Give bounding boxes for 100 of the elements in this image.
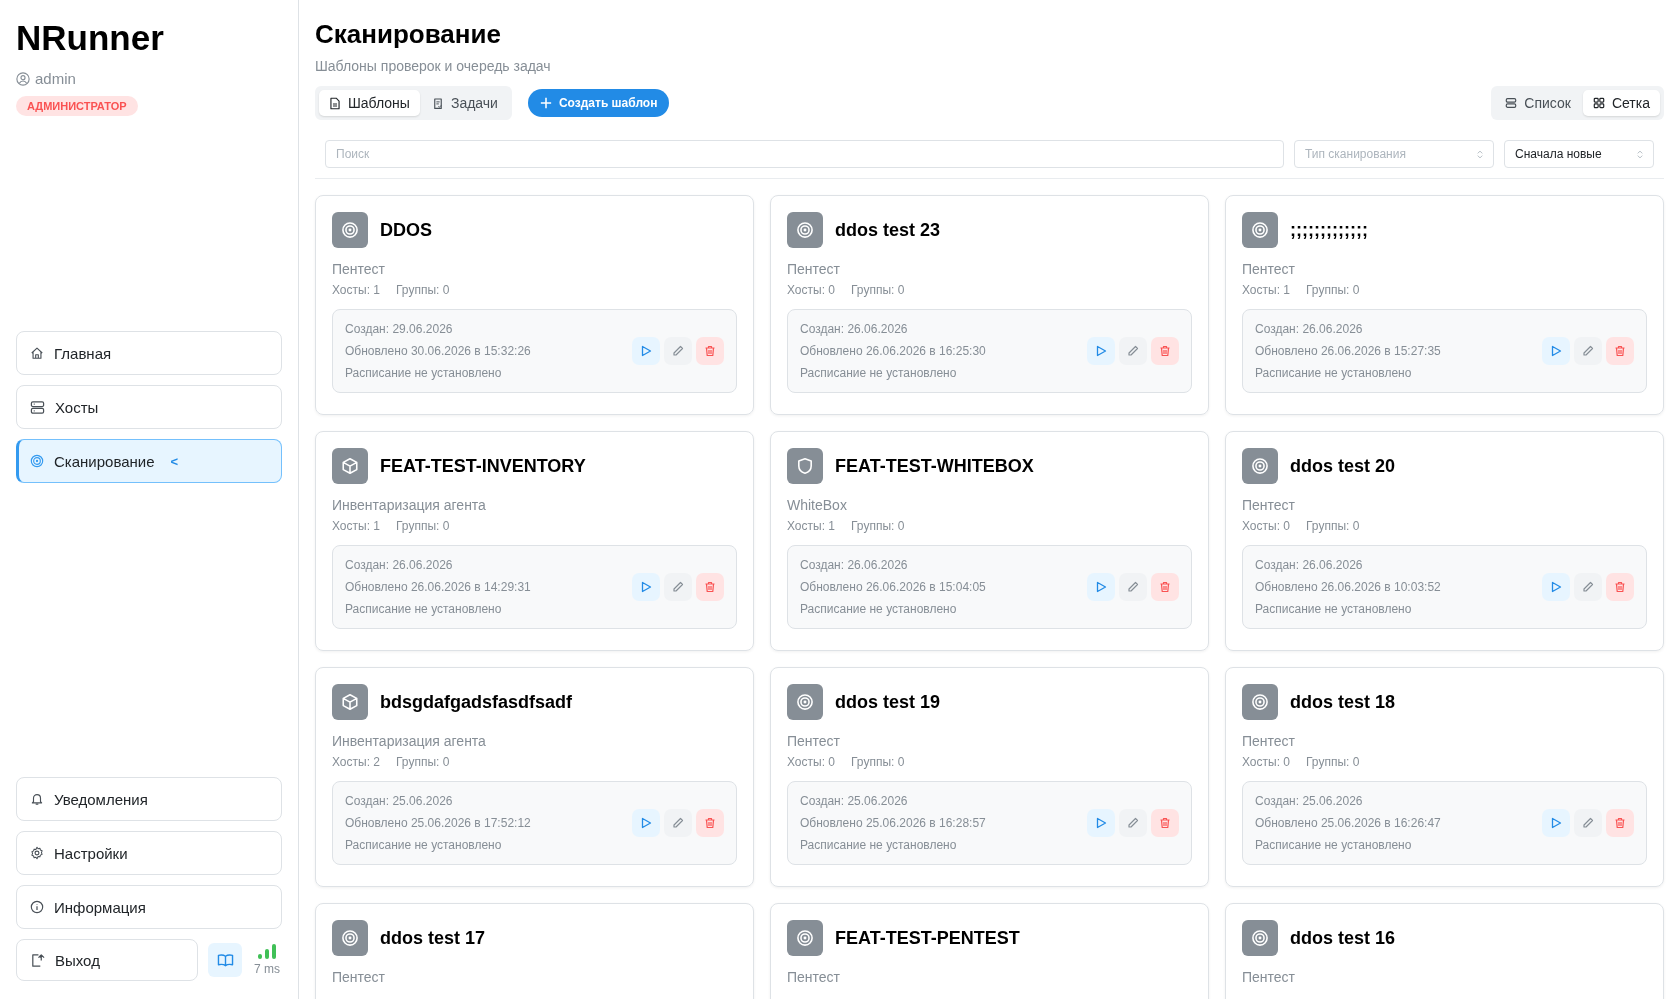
card-title: FEAT-TEST-PENTEST <box>835 927 1020 949</box>
groups-count: Группы: 0 <box>851 519 905 533</box>
groups-count: Группы: 0 <box>1306 519 1360 533</box>
updated-date: Обновлено 26.06.2026 в 10:03:52 <box>1255 580 1441 594</box>
nav-item[interactable]: Хосты <box>16 385 282 429</box>
scan-type: Инвентаризация агента <box>332 733 487 749</box>
schedule-status: Расписание не установлено <box>1255 602 1413 616</box>
active-marker: < <box>170 453 179 469</box>
schedule-status: Расписание не установлено <box>1255 838 1413 852</box>
tab[interactable]: Задачи <box>421 90 508 116</box>
created-date: Создан: 26.06.2026 <box>1255 322 1364 336</box>
edit-button[interactable] <box>664 809 692 837</box>
delete-button[interactable] <box>1151 573 1179 601</box>
run-button[interactable] <box>632 573 660 601</box>
run-button[interactable] <box>1542 809 1570 837</box>
trash-icon <box>1159 345 1171 357</box>
card-title: ;;;;;;;;;;;;; <box>1290 219 1368 241</box>
nav-item[interactable]: Главная <box>16 331 282 375</box>
signal-icon <box>257 944 277 960</box>
groups-count: Группы: 0 <box>1306 283 1360 297</box>
edit-button[interactable] <box>1119 573 1147 601</box>
edit-button[interactable] <box>1574 809 1602 837</box>
trash-icon <box>1614 581 1626 593</box>
run-button[interactable] <box>1087 809 1115 837</box>
run-button[interactable] <box>632 337 660 365</box>
logout-button[interactable]: Выход <box>16 939 198 981</box>
target-icon <box>1242 920 1278 956</box>
run-button[interactable] <box>1542 337 1570 365</box>
home-icon <box>30 346 44 360</box>
shield-icon <box>787 448 823 484</box>
sort-select[interactable]: Сначала новые <box>1504 140 1654 168</box>
bell-icon <box>30 792 44 806</box>
trash-icon <box>704 345 716 357</box>
groups-count: Группы: 0 <box>851 283 905 297</box>
trash-icon <box>1614 345 1626 357</box>
scan-type: WhiteBox <box>787 497 848 513</box>
chevron-icon <box>1477 149 1483 159</box>
delete-button[interactable] <box>1606 809 1634 837</box>
pencil-icon <box>672 345 684 357</box>
card-title: ddos test 18 <box>1290 691 1396 713</box>
pencil-icon <box>1127 817 1139 829</box>
card-title: DDOS <box>380 219 432 241</box>
run-button[interactable] <box>1087 573 1115 601</box>
target-icon <box>1242 684 1278 720</box>
edit-button[interactable] <box>1574 573 1602 601</box>
nav-item[interactable]: Информация <box>16 885 282 929</box>
created-date: Создан: 26.06.2026 <box>1255 558 1364 572</box>
hosts-count: Хосты: 0 <box>1242 755 1290 769</box>
hosts-count: Хосты: 1 <box>332 519 380 533</box>
nav-item[interactable]: Уведомления <box>16 777 282 821</box>
delete-button[interactable] <box>696 573 724 601</box>
run-button[interactable] <box>1542 573 1570 601</box>
delete-button[interactable] <box>1151 337 1179 365</box>
nav-item[interactable]: Настройки <box>16 831 282 875</box>
updated-date: Обновлено 30.06.2026 в 15:32:26 <box>345 344 531 358</box>
trash-icon <box>704 581 716 593</box>
updated-date: Обновлено 25.06.2026 в 17:52:12 <box>345 816 531 830</box>
delete-button[interactable] <box>1606 337 1634 365</box>
view-mode-tab[interactable]: Сетка <box>1582 90 1660 116</box>
play-icon <box>1550 581 1562 593</box>
schedule-status: Расписание не установлено <box>800 838 958 852</box>
run-button[interactable] <box>1087 337 1115 365</box>
tab[interactable]: Шаблоны <box>319 90 420 116</box>
created-date: Создан: 26.06.2026 <box>345 558 454 572</box>
schedule-status: Расписание не установлено <box>1255 366 1413 380</box>
delete-button[interactable] <box>696 809 724 837</box>
created-date: Создан: 29.06.2026 <box>345 322 454 336</box>
play-icon <box>640 345 652 357</box>
page-title: Сканирование <box>315 18 502 50</box>
view-mode-tab[interactable]: Список <box>1495 90 1581 116</box>
edit-button[interactable] <box>1574 337 1602 365</box>
play-icon <box>1550 817 1562 829</box>
target-icon <box>332 920 368 956</box>
nav-item[interactable]: Сканирование < <box>16 439 282 483</box>
edit-button[interactable] <box>664 337 692 365</box>
edit-button[interactable] <box>664 573 692 601</box>
groups-count: Группы: 0 <box>396 755 450 769</box>
search-field[interactable]: Поиск <box>325 140 1284 168</box>
trash-icon <box>1614 817 1626 829</box>
pencil-icon <box>1582 817 1594 829</box>
target-icon <box>332 212 368 248</box>
play-icon <box>1095 345 1107 357</box>
scan-type: Инвентаризация агента <box>332 497 487 513</box>
scan-type: Пентест <box>332 261 387 277</box>
delete-button[interactable] <box>1151 809 1179 837</box>
hosts-count: Хосты: 0 <box>787 755 835 769</box>
edit-button[interactable] <box>1119 337 1147 365</box>
trash-icon <box>704 817 716 829</box>
target-icon <box>787 684 823 720</box>
run-button[interactable] <box>632 809 660 837</box>
delete-button[interactable] <box>1606 573 1634 601</box>
schedule-status: Расписание не установлено <box>800 602 958 616</box>
edit-button[interactable] <box>1119 809 1147 837</box>
create-template-button[interactable]: Создать шаблон <box>527 89 670 117</box>
delete-button[interactable] <box>696 337 724 365</box>
trash-icon <box>1159 817 1171 829</box>
docs-button[interactable] <box>208 943 242 977</box>
groups-count: Группы: 0 <box>396 283 450 297</box>
card-title: ddos test 23 <box>835 219 941 241</box>
updated-date: Обновлено 25.06.2026 в 16:28:57 <box>800 816 986 830</box>
